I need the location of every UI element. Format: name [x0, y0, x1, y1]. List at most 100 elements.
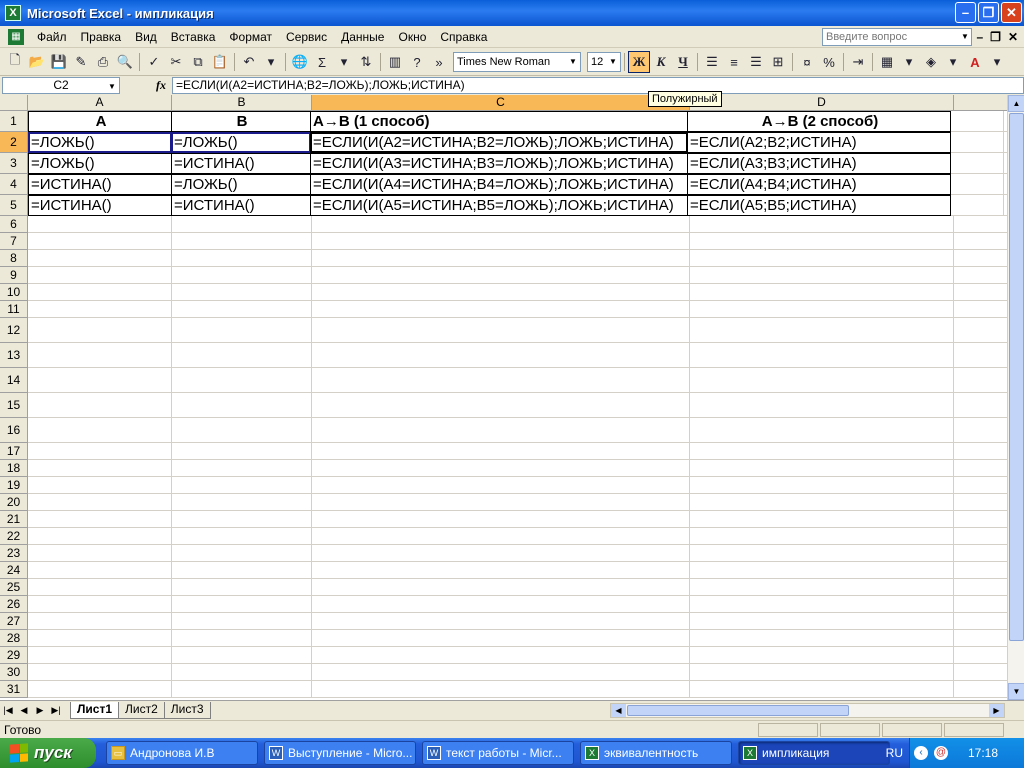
cell-e22[interactable]: [954, 528, 1007, 545]
cell-d15[interactable]: [690, 393, 954, 418]
cell-e24[interactable]: [954, 562, 1007, 579]
cell-d13[interactable]: [690, 343, 954, 368]
cell-b4[interactable]: =ЛОЖЬ(): [171, 174, 311, 195]
row-header[interactable]: 11: [0, 301, 28, 318]
cell-b27[interactable]: [172, 613, 312, 630]
cell-c1[interactable]: A→B (1 способ): [310, 111, 688, 132]
cell-d29[interactable]: [690, 647, 954, 664]
cell-d14[interactable]: [690, 368, 954, 393]
cell-c19[interactable]: [312, 477, 690, 494]
sheet-tab-2[interactable]: Лист2: [118, 701, 165, 719]
cell-e23[interactable]: [954, 545, 1007, 562]
row-header[interactable]: 20: [0, 494, 28, 511]
row-header[interactable]: 24: [0, 562, 28, 579]
cell-a3[interactable]: =ЛОЖЬ(): [28, 153, 172, 174]
cell-e29[interactable]: [954, 647, 1007, 664]
insert-function-icon[interactable]: fx: [150, 78, 172, 93]
cell-c18[interactable]: [312, 460, 690, 477]
cell-d16[interactable]: [690, 418, 954, 443]
cell-e9[interactable]: [954, 267, 1007, 284]
cell-a21[interactable]: [28, 511, 172, 528]
cell-d3[interactable]: =ЕСЛИ(A3;B3;ИСТИНА): [687, 153, 951, 174]
cell-e25[interactable]: [954, 579, 1007, 596]
new-icon[interactable]: 🗋: [4, 51, 26, 73]
cell-a19[interactable]: [28, 477, 172, 494]
cell-e7[interactable]: [954, 233, 1007, 250]
antivirus-icon[interactable]: @: [934, 746, 948, 760]
cell-b16[interactable]: [172, 418, 312, 443]
taskbar-item-powerpoint[interactable]: W Выступление - Micro...: [264, 741, 416, 765]
cell-e20[interactable]: [954, 494, 1007, 511]
chevron-down-icon[interactable]: ▼: [106, 79, 118, 95]
column-header-c[interactable]: C: [312, 95, 690, 111]
cell-e28[interactable]: [954, 630, 1007, 647]
cell-d5[interactable]: =ЕСЛИ(A5;B5;ИСТИНА): [687, 195, 951, 216]
cell-c22[interactable]: [312, 528, 690, 545]
cell-c2[interactable]: =ЕСЛИ(И(A2=ИСТИНА;B2=ЛОЖЬ);ЛОЖЬ;ИСТИНА): [310, 132, 688, 153]
doc-minimize-button[interactable]: –: [976, 30, 983, 44]
cell-a5[interactable]: =ИСТИНА(): [28, 195, 172, 216]
cell-c14[interactable]: [312, 368, 690, 393]
tray-expand-icon[interactable]: ‹: [914, 746, 928, 760]
cell-b22[interactable]: [172, 528, 312, 545]
cell-d19[interactable]: [690, 477, 954, 494]
cut-icon[interactable]: ✂: [165, 51, 187, 73]
taskbar-item-folder[interactable]: ▭ Андронова И.В: [106, 741, 258, 765]
cell-c11[interactable]: [312, 301, 690, 318]
cell-e27[interactable]: [954, 613, 1007, 630]
cell-e14[interactable]: [954, 368, 1007, 393]
cell-b11[interactable]: [172, 301, 312, 318]
cell-a27[interactable]: [28, 613, 172, 630]
chevron-down-icon[interactable]: ▼: [567, 54, 579, 70]
cell-e4[interactable]: [950, 174, 1004, 195]
cell-d20[interactable]: [690, 494, 954, 511]
indent-icon[interactable]: ⇥: [847, 51, 869, 73]
cell-d21[interactable]: [690, 511, 954, 528]
row-header[interactable]: 13: [0, 343, 28, 368]
undo-icon[interactable]: ↶: [238, 51, 260, 73]
column-header-e[interactable]: [954, 95, 1007, 111]
row-header[interactable]: 17: [0, 443, 28, 460]
cell-c26[interactable]: [312, 596, 690, 613]
cell-b9[interactable]: [172, 267, 312, 284]
cell-a14[interactable]: [28, 368, 172, 393]
cell-a30[interactable]: [28, 664, 172, 681]
cell-e15[interactable]: [954, 393, 1007, 418]
cell-d23[interactable]: [690, 545, 954, 562]
row-header[interactable]: 4: [0, 174, 28, 195]
cell-b31[interactable]: [172, 681, 312, 698]
minimize-button[interactable]: –: [955, 2, 976, 23]
cell-b23[interactable]: [172, 545, 312, 562]
cell-d11[interactable]: [690, 301, 954, 318]
fill-color-icon[interactable]: ◈: [920, 51, 942, 73]
cell-a16[interactable]: [28, 418, 172, 443]
cell-c7[interactable]: [312, 233, 690, 250]
next-sheet-icon[interactable]: ▶: [32, 705, 48, 716]
cell-d8[interactable]: [690, 250, 954, 267]
chevron-down-icon[interactable]: ▼: [959, 29, 971, 45]
cell-e11[interactable]: [954, 301, 1007, 318]
column-header-b[interactable]: B: [172, 95, 312, 111]
row-header[interactable]: 27: [0, 613, 28, 630]
menu-data[interactable]: Данные: [334, 30, 391, 44]
doc-restore-button[interactable]: ❐: [990, 30, 1001, 44]
last-sheet-icon[interactable]: ▶|: [48, 705, 64, 716]
cell-a17[interactable]: [28, 443, 172, 460]
cell-d9[interactable]: [690, 267, 954, 284]
cell-d1[interactable]: A→B (2 способ): [687, 111, 951, 132]
cell-a8[interactable]: [28, 250, 172, 267]
cell-a24[interactable]: [28, 562, 172, 579]
cell-d31[interactable]: [690, 681, 954, 698]
cell-c3[interactable]: =ЕСЛИ(И(A3=ИСТИНА;B3=ЛОЖЬ);ЛОЖЬ;ИСТИНА): [310, 153, 688, 174]
row-header[interactable]: 16: [0, 418, 28, 443]
close-button[interactable]: ✕: [1001, 2, 1022, 23]
row-header[interactable]: 3: [0, 153, 28, 174]
sheet-tab-1[interactable]: Лист1: [70, 701, 120, 719]
cell-d24[interactable]: [690, 562, 954, 579]
cell-a11[interactable]: [28, 301, 172, 318]
excel-app-icon[interactable]: X: [5, 5, 21, 21]
cell-d7[interactable]: [690, 233, 954, 250]
cell-e18[interactable]: [954, 460, 1007, 477]
row-header[interactable]: 18: [0, 460, 28, 477]
cell-c24[interactable]: [312, 562, 690, 579]
